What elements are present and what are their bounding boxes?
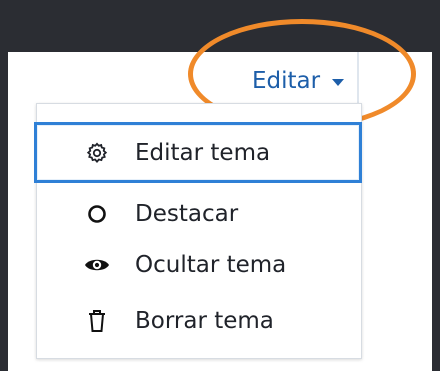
edit-menu-label: Editar xyxy=(252,68,321,94)
top-bar xyxy=(0,0,440,52)
menu-item-borrar-tema[interactable]: Borrar tema xyxy=(37,293,363,349)
trash-icon xyxy=(80,304,114,338)
edit-dropdown-menu: Editar tema Destacar Ocultar tema Borrar… xyxy=(34,103,363,359)
chevron-down-icon xyxy=(332,78,345,86)
menu-item-ocultar-tema[interactable]: Ocultar tema xyxy=(37,237,363,293)
menu-item-label: Ocultar tema xyxy=(135,252,287,278)
menu-item-destacar[interactable]: Destacar xyxy=(37,186,363,242)
circle-icon xyxy=(80,197,114,231)
gear-icon xyxy=(80,136,114,170)
edit-menu-toggle[interactable]: Editar xyxy=(252,63,345,99)
menu-item-label: Destacar xyxy=(135,201,239,227)
eye-icon xyxy=(80,248,114,282)
menu-item-label: Borrar tema xyxy=(135,308,274,334)
menu-item-label: Editar tema xyxy=(135,139,271,166)
menu-item-editar-tema[interactable]: Editar tema xyxy=(34,122,362,183)
